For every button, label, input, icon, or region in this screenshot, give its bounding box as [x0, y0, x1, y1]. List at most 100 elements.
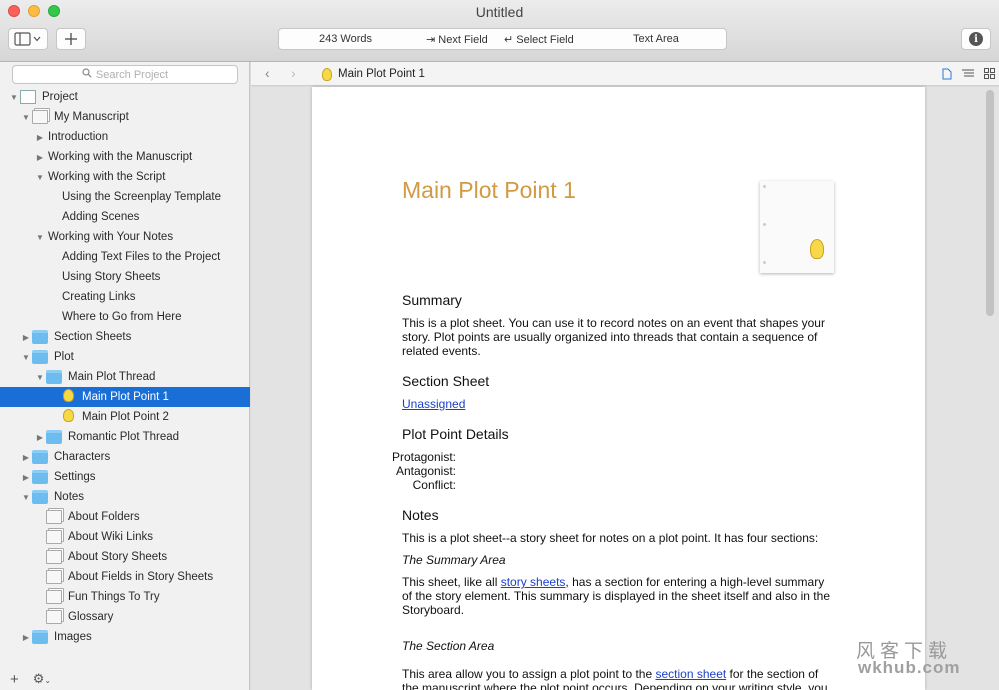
- select-field-button[interactable]: ↵ Select Field: [504, 33, 574, 46]
- section-sheet-link[interactable]: Unassigned: [402, 397, 465, 411]
- binder-item[interactable]: ▼ Project: [0, 87, 250, 107]
- binder-item-label: Section Sheets: [54, 331, 132, 343]
- text-area-label: Text Area: [633, 33, 679, 45]
- summary-area-heading: The Summary Area: [402, 553, 506, 567]
- section-area-paragraph[interactable]: This area allow you to assign a plot poi…: [402, 667, 832, 690]
- binder-item[interactable]: ▼ My Manuscript: [0, 107, 250, 127]
- outline-view-icon[interactable]: [962, 68, 974, 80]
- project-icon: [20, 90, 36, 104]
- disclosure-closed-icon[interactable]: ▶: [34, 433, 46, 442]
- protagonist-field[interactable]: Protagonist:: [384, 450, 456, 464]
- word-count: 243 Words: [319, 33, 372, 45]
- plot-point-details-heading: Plot Point Details: [402, 426, 509, 442]
- binder-tree: ▼ Project ▼ My Manuscript ▶ Introduction ▶ Work…: [0, 87, 250, 647]
- antagonist-field[interactable]: Antagonist:: [384, 464, 456, 478]
- summary-heading: Summary: [402, 292, 462, 308]
- search-project-input[interactable]: Search Project: [12, 65, 238, 84]
- binder-item[interactable]: About Wiki Links: [0, 527, 250, 547]
- binder-item[interactable]: Fun Things To Try: [0, 587, 250, 607]
- grid-view-icon[interactable]: [983, 68, 995, 80]
- forward-chevron-icon[interactable]: ›: [291, 65, 296, 81]
- binder-item[interactable]: ▶ Romantic Plot Thread: [0, 427, 250, 447]
- binder-item[interactable]: ▼ Working with the Script: [0, 167, 250, 187]
- binder-item[interactable]: About Folders: [0, 507, 250, 527]
- binder-item[interactable]: ▼ Plot: [0, 347, 250, 367]
- vertical-scrollbar[interactable]: [986, 90, 994, 316]
- binder-item[interactable]: Main Plot Point 2: [0, 407, 250, 427]
- story-sheet-card: [760, 181, 834, 273]
- add-item-button[interactable]: [56, 28, 86, 50]
- window-title: Untitled: [475, 4, 524, 20]
- binder-item-label: About Story Sheets: [68, 551, 168, 563]
- binder-item[interactable]: Where to Go from Here: [0, 307, 250, 327]
- disclosure-open-icon[interactable]: ▼: [34, 373, 46, 382]
- disclosure-closed-icon[interactable]: ▶: [34, 153, 46, 162]
- disclosure-open-icon[interactable]: ▼: [20, 113, 32, 122]
- disclosure-closed-icon[interactable]: ▶: [20, 333, 32, 342]
- binder-item[interactable]: Main Plot Point 1: [0, 387, 250, 407]
- plus-icon: [65, 33, 77, 45]
- disclosure-closed-icon[interactable]: ▶: [20, 473, 32, 482]
- binder-item[interactable]: Using the Screenplay Template: [0, 187, 250, 207]
- document-page[interactable]: Main Plot Point 1 Summary This is a plot…: [312, 87, 925, 690]
- binder-item[interactable]: ▼ Notes: [0, 487, 250, 507]
- back-chevron-icon[interactable]: ‹: [265, 65, 270, 81]
- binder-item[interactable]: ▶ Images: [0, 627, 250, 647]
- notes-intro[interactable]: This is a plot sheet--a story sheet for …: [402, 531, 842, 545]
- gear-icon[interactable]: ⚙⌄: [33, 671, 51, 687]
- binder-item[interactable]: Adding Text Files to the Project: [0, 247, 250, 267]
- summary-text[interactable]: This is a plot sheet. You can use it to …: [402, 316, 832, 358]
- binder-item-label: Using Story Sheets: [62, 271, 161, 283]
- document-view-icon[interactable]: [941, 68, 953, 80]
- folder-icon: [32, 330, 48, 344]
- binder-item[interactable]: ▶ Characters: [0, 447, 250, 467]
- binder-item[interactable]: ▼ Working with Your Notes: [0, 227, 250, 247]
- binder-item-label: Main Plot Point 1: [82, 391, 169, 403]
- story-sheets-link[interactable]: story sheets: [501, 575, 566, 589]
- binder-item[interactable]: ▼ Main Plot Thread: [0, 367, 250, 387]
- binder-item[interactable]: ▶ Settings: [0, 467, 250, 487]
- disclosure-open-icon[interactable]: ▼: [20, 493, 32, 502]
- folder-icon: [32, 350, 48, 364]
- section-sheet-heading: Section Sheet: [402, 373, 490, 389]
- binder-item[interactable]: Adding Scenes: [0, 207, 250, 227]
- disclosure-open-icon[interactable]: ▼: [8, 93, 20, 102]
- binder-item[interactable]: Using Story Sheets: [0, 267, 250, 287]
- binder-item[interactable]: ▶ Working with the Manuscript: [0, 147, 250, 167]
- document-stack-icon: [46, 590, 62, 604]
- binder-item-label: Romantic Plot Thread: [68, 431, 180, 443]
- disclosure-closed-icon[interactable]: ▶: [20, 453, 32, 462]
- summary-area-paragraph[interactable]: This sheet, like all story sheets, has a…: [402, 575, 832, 617]
- disclosure-open-icon[interactable]: ▼: [20, 353, 32, 362]
- disclosure-closed-icon[interactable]: ▶: [34, 133, 46, 142]
- inspector-button[interactable]: i: [961, 28, 991, 50]
- binder-item[interactable]: About Fields in Story Sheets: [0, 567, 250, 587]
- search-placeholder: Search Project: [95, 68, 169, 81]
- next-field-button[interactable]: ⇥ Next Field: [426, 33, 488, 46]
- info-icon: i: [969, 32, 983, 46]
- folder-icon: [32, 490, 48, 504]
- binder-item[interactable]: About Story Sheets: [0, 547, 250, 567]
- binder-item-label: Notes: [54, 491, 85, 503]
- binder-item-label: Main Plot Point 2: [82, 411, 169, 423]
- add-item-icon[interactable]: +: [10, 671, 19, 688]
- binder-item[interactable]: ▶ Section Sheets: [0, 327, 250, 347]
- document-stack-icon: [46, 530, 62, 544]
- binder-item[interactable]: Glossary: [0, 607, 250, 627]
- sidebar-toggle-button[interactable]: [8, 28, 48, 50]
- disclosure-closed-icon[interactable]: ▶: [20, 633, 32, 642]
- binder-item[interactable]: ▶ Introduction: [0, 127, 250, 147]
- folder-icon: [32, 470, 48, 484]
- editor-canvas: Main Plot Point 1 Summary This is a plot…: [251, 87, 999, 690]
- binder-item-label: Where to Go from Here: [62, 311, 182, 323]
- binder-item-label: Plot: [54, 351, 74, 363]
- lightbulb-icon: [60, 409, 76, 425]
- disclosure-open-icon[interactable]: ▼: [34, 173, 46, 182]
- document-title[interactable]: Main Plot Point 1: [402, 177, 576, 204]
- conflict-field[interactable]: Conflict:: [384, 478, 456, 492]
- section-sheet-inline-link[interactable]: section sheet: [655, 667, 726, 681]
- binder-item[interactable]: Creating Links: [0, 287, 250, 307]
- editor-navigation-bar: ‹ › Main Plot Point 1: [251, 62, 999, 86]
- disclosure-open-icon[interactable]: ▼: [34, 233, 46, 242]
- binder-item-label: Creating Links: [62, 291, 136, 303]
